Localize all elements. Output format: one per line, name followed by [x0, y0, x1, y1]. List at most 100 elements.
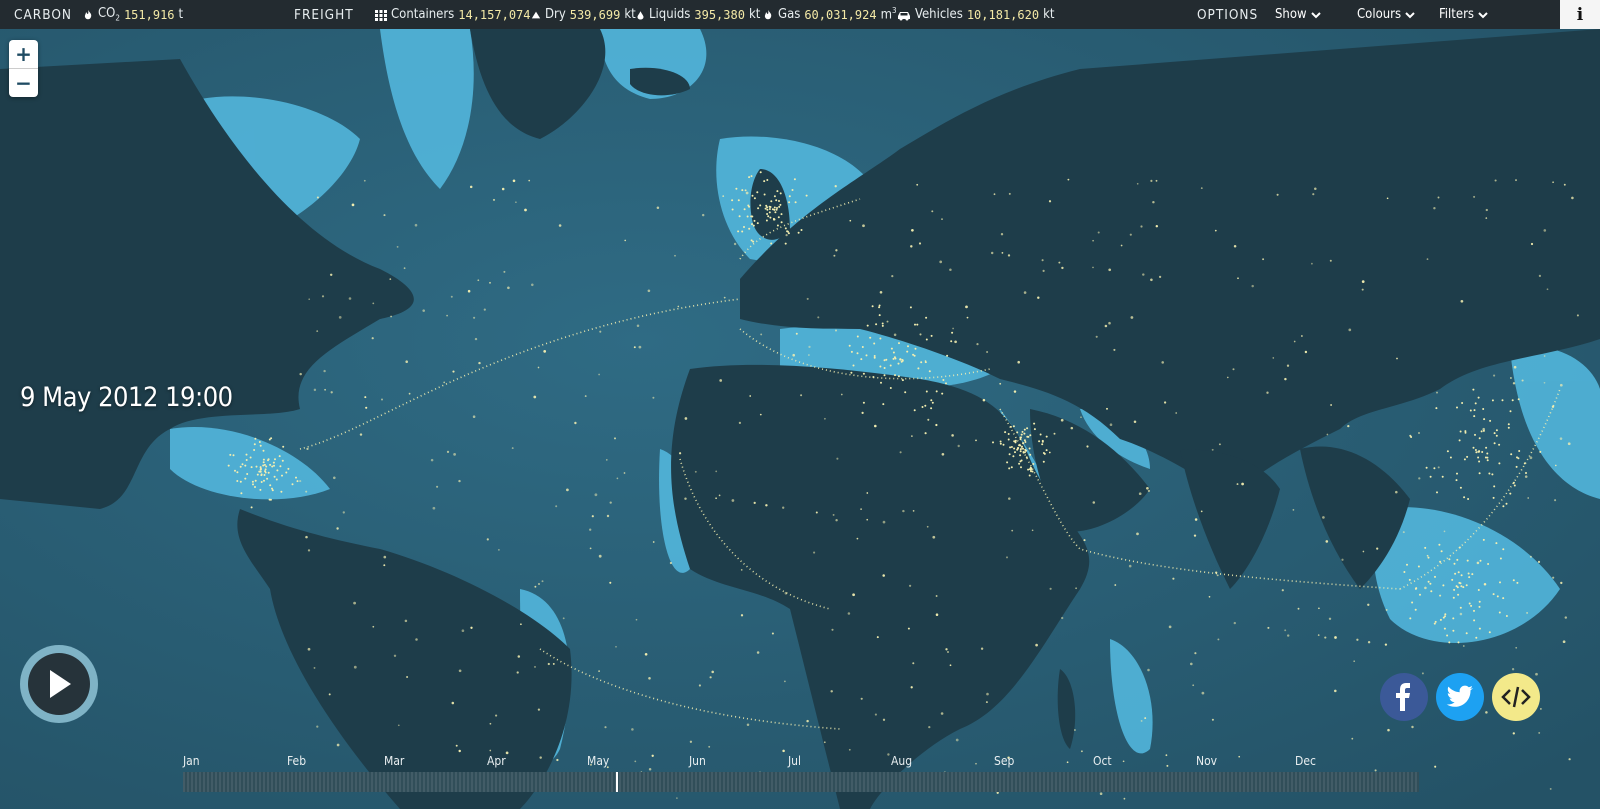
dry-label: Dry [545, 7, 566, 22]
ship-marker [472, 415, 476, 418]
ship-marker [1035, 643, 1038, 647]
ship-marker [892, 357, 895, 360]
ship-marker [779, 192, 782, 195]
ship-marker [945, 382, 947, 385]
play-button[interactable] [20, 645, 98, 723]
ship-marker [278, 455, 281, 458]
ship-marker [738, 215, 741, 218]
ship-marker [443, 381, 446, 384]
ship-marker [316, 196, 319, 199]
ship-marker [1427, 556, 1430, 559]
ship-marker [1007, 438, 1010, 441]
ship-marker [1439, 594, 1442, 597]
ship-marker [1136, 532, 1139, 536]
ship-marker [1312, 193, 1315, 196]
ship-marker [393, 654, 397, 657]
ship-marker [1418, 432, 1420, 434]
ship-marker [589, 528, 592, 531]
ship-marker [1146, 486, 1149, 490]
ship-marker [1502, 505, 1505, 508]
ship-marker [1474, 449, 1477, 451]
dry-stat: Dry 539,699 kt [531, 0, 636, 29]
filters-menu-button[interactable]: Filters [1439, 0, 1488, 29]
ship-marker [244, 464, 247, 467]
ship-marker [403, 267, 406, 270]
ship-marker [1361, 280, 1365, 283]
ship-marker [1512, 481, 1515, 484]
ship-marker [901, 359, 904, 362]
ship-marker [1201, 691, 1205, 695]
shipping-map[interactable] [0, 29, 1600, 809]
ship-marker [1023, 432, 1026, 435]
ship-marker [878, 304, 881, 307]
ship-marker [1022, 447, 1024, 450]
ship-marker [1018, 444, 1021, 447]
zoom-in-button[interactable]: + [9, 40, 38, 68]
ship-marker [1498, 462, 1501, 465]
ship-marker [1200, 187, 1203, 189]
ship-marker [1443, 530, 1446, 533]
ship-marker [985, 701, 988, 704]
ship-marker [1267, 626, 1270, 629]
ship-marker [1024, 441, 1027, 443]
ship-marker [901, 379, 904, 382]
ship-marker [446, 314, 448, 317]
ship-marker [856, 352, 859, 355]
ship-marker [537, 708, 541, 711]
ship-marker [852, 593, 855, 597]
ship-marker [598, 670, 600, 672]
ship-marker [267, 471, 270, 474]
ship-marker [631, 728, 634, 731]
co2-label: CO [98, 6, 116, 22]
ship-marker [773, 206, 776, 209]
facebook-icon [1396, 683, 1410, 711]
ship-marker [450, 295, 453, 298]
ship-marker [817, 316, 820, 319]
zoom-out-button[interactable]: − [9, 68, 38, 97]
ship-marker [889, 364, 892, 367]
ship-marker [1425, 466, 1428, 469]
ship-marker [432, 506, 436, 510]
twitter-share-button[interactable] [1436, 673, 1484, 721]
co2-stat: CO2 151,916 t [82, 0, 183, 29]
ship-marker [898, 342, 900, 345]
ship-marker [486, 538, 489, 541]
ship-marker [763, 180, 766, 183]
ship-marker [528, 179, 531, 182]
ship-marker [1029, 453, 1032, 456]
ship-marker [255, 465, 258, 468]
ship-marker [1021, 430, 1024, 433]
ship-marker [980, 647, 984, 650]
show-menu-button[interactable]: Show [1275, 0, 1321, 29]
ship-marker [244, 477, 247, 480]
facebook-share-button[interactable] [1380, 673, 1428, 721]
ship-marker [363, 179, 366, 182]
ship-marker [999, 442, 1002, 445]
ship-marker [800, 394, 803, 397]
ship-marker [263, 479, 265, 482]
embed-code-button[interactable] [1492, 673, 1540, 721]
timeline-position-indicator[interactable] [615, 772, 618, 792]
ship-marker [313, 666, 316, 669]
ship-marker [250, 506, 253, 509]
ship-marker [1517, 398, 1520, 401]
ship-marker [731, 199, 734, 202]
ship-marker [623, 472, 626, 474]
ship-marker [1478, 605, 1481, 608]
timeline-scrubber[interactable] [183, 772, 1419, 792]
ship-marker [1329, 259, 1332, 262]
ship-marker [295, 476, 297, 479]
ship-marker [406, 675, 409, 679]
ship-marker [1155, 179, 1158, 182]
ship-marker [524, 208, 527, 212]
colours-menu-button[interactable]: Colours [1357, 0, 1415, 29]
ship-marker [927, 418, 930, 421]
ship-marker [265, 465, 268, 468]
ship-marker [1033, 428, 1036, 431]
ship-marker [1563, 183, 1566, 186]
ship-marker [1236, 483, 1239, 486]
ship-marker [813, 551, 816, 554]
info-button[interactable]: i [1560, 0, 1600, 29]
ship-marker [555, 505, 558, 508]
ship-marker [746, 215, 749, 218]
